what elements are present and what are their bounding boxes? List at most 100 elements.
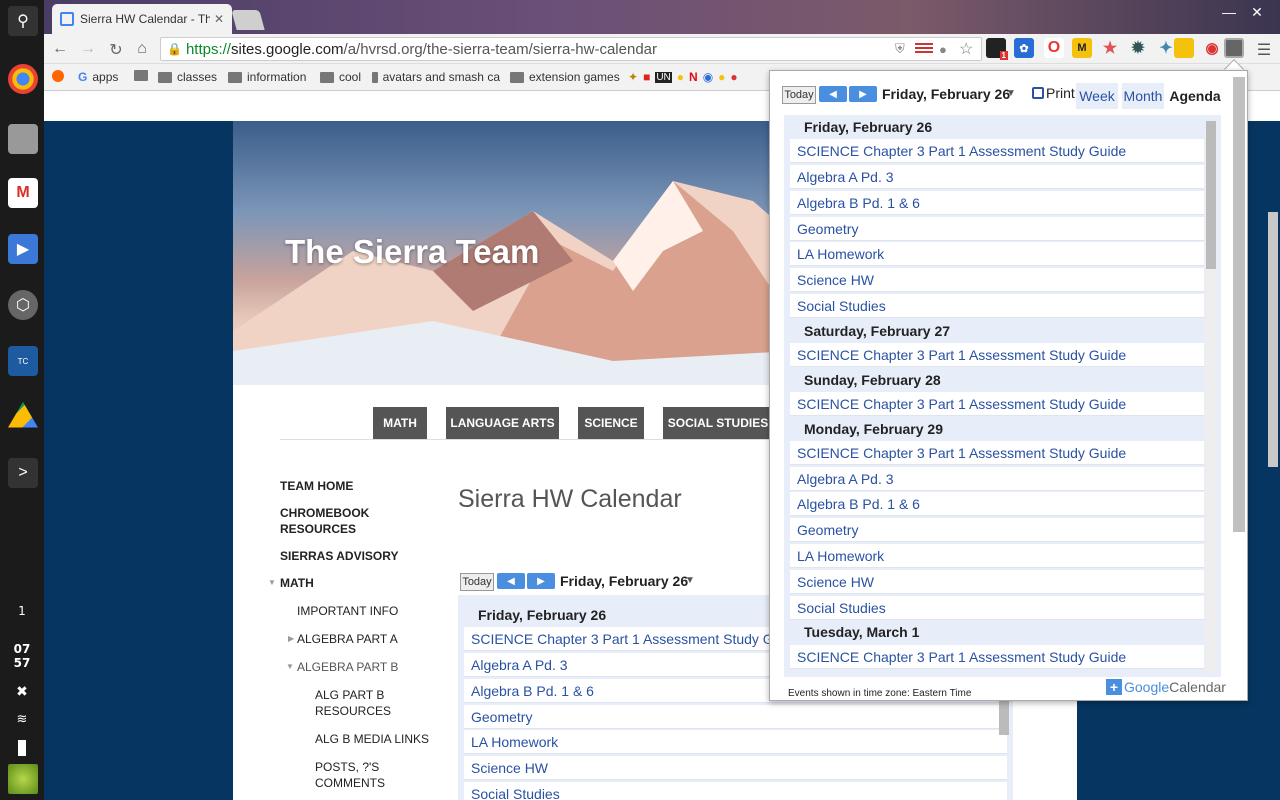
- bookmark-extension-games[interactable]: extension games: [510, 70, 620, 84]
- event-row[interactable]: SCIENCE Chapter 3 Part 1 Assessment Stud…: [790, 343, 1204, 367]
- embed-event-row[interactable]: Geometry: [464, 705, 1007, 729]
- event-row[interactable]: Algebra A Pd. 3: [790, 467, 1204, 491]
- popup-next-button[interactable]: ▶: [849, 86, 877, 102]
- event-row[interactable]: SCIENCE Chapter 3 Part 1 Assessment Stud…: [790, 441, 1204, 465]
- embed-today-button[interactable]: Today: [460, 573, 494, 591]
- bookmark-extension[interactable]: [52, 70, 64, 82]
- extension-duck-icon[interactable]: [1174, 38, 1194, 58]
- site-title[interactable]: The Sierra Team: [285, 233, 539, 271]
- event-row[interactable]: Geometry: [790, 518, 1204, 542]
- event-row[interactable]: SCIENCE Chapter 3 Part 1 Assessment Stud…: [790, 645, 1204, 669]
- extension-fox-icon[interactable]: ★: [1100, 38, 1120, 58]
- extension-badge-icon[interactable]: 1: [986, 38, 1008, 60]
- nav-tab-science[interactable]: SCIENCE: [578, 407, 644, 439]
- nav-tab-math[interactable]: MATH: [373, 407, 427, 439]
- close-window-icon[interactable]: ✕: [1246, 4, 1268, 21]
- popup-date-dropdown-icon[interactable]: ▼: [1006, 88, 1016, 99]
- minimize-icon[interactable]: —: [1218, 4, 1240, 20]
- home-icon[interactable]: ⌂: [132, 40, 152, 58]
- popup-date-label[interactable]: Friday, February 26: [882, 86, 1010, 102]
- popup-scrollbar[interactable]: [1233, 77, 1245, 532]
- collapse-arrow-icon[interactable]: ▼: [268, 575, 276, 591]
- bulb-icon[interactable]: ●: [939, 42, 947, 57]
- google-calendar-link[interactable]: + Google Calendar: [1106, 679, 1226, 695]
- user-avatar[interactable]: [8, 764, 38, 794]
- status-clock[interactable]: 07 57: [0, 642, 44, 670]
- typingclub-icon[interactable]: TC: [8, 346, 38, 376]
- sidebar-posts-comments[interactable]: POSTS, ?'S COMMENTS: [315, 759, 395, 791]
- geogebra-icon[interactable]: ⬡: [8, 290, 38, 320]
- windows-icon[interactable]: [8, 124, 38, 154]
- wifi-icon[interactable]: ≋: [0, 712, 44, 727]
- tab-agenda[interactable]: Agenda: [1168, 83, 1222, 109]
- new-tab-button[interactable]: [231, 10, 265, 30]
- bookmark-information[interactable]: information: [228, 70, 306, 84]
- embed-date-dropdown-icon[interactable]: ▼: [685, 575, 695, 586]
- embed-next-button[interactable]: ▶: [527, 573, 555, 589]
- popup-list-scrollbar[interactable]: [1205, 121, 1217, 673]
- embed-event-row[interactable]: LA Homework: [464, 730, 1007, 754]
- extension-star-icon[interactable]: ✦: [1156, 38, 1176, 58]
- event-row[interactable]: Algebra B Pd. 1 & 6: [790, 492, 1204, 516]
- event-row[interactable]: LA Homework: [790, 242, 1204, 266]
- popup-today-button[interactable]: Today: [782, 86, 816, 104]
- extension-smash-icon[interactable]: ◉: [1202, 38, 1222, 58]
- event-row[interactable]: Science HW: [790, 570, 1204, 594]
- forward-icon[interactable]: →: [78, 40, 98, 58]
- shield-icon[interactable]: ⛨: [895, 41, 905, 57]
- sidebar-alg-part-b-resources[interactable]: ALG PART B RESOURCES: [315, 687, 405, 719]
- bookmark-avatars[interactable]: avatars and smash ca: [372, 70, 500, 84]
- extension-gear-icon[interactable]: ✹: [1128, 38, 1148, 58]
- back-icon[interactable]: ←: [50, 40, 70, 58]
- scrollbar-thumb[interactable]: [1206, 121, 1216, 269]
- bookmark-folder[interactable]: [134, 70, 148, 81]
- event-row[interactable]: Geometry: [790, 217, 1204, 241]
- event-row[interactable]: Algebra A Pd. 3: [790, 165, 1204, 189]
- event-row[interactable]: LA Homework: [790, 544, 1204, 568]
- embed-event-row[interactable]: Social Studies: [464, 782, 1007, 800]
- embed-event-row[interactable]: Science HW: [464, 756, 1007, 780]
- bookmark-game-icons[interactable]: ✦ ■ UN ● N ◉ ● ●: [628, 70, 738, 84]
- sidebar-important-info[interactable]: IMPORTANT INFO: [297, 603, 398, 619]
- launcher-search-icon[interactable]: ⚲: [8, 6, 38, 36]
- flag-icon[interactable]: [915, 43, 933, 55]
- sidebar-team-home[interactable]: TEAM HOME: [280, 478, 353, 494]
- google-calendar-extension-icon[interactable]: [1224, 38, 1244, 58]
- bookmark-star-icon[interactable]: ☆: [959, 39, 973, 59]
- expand-shelf-button[interactable]: >: [8, 458, 38, 488]
- embed-date-label[interactable]: Friday, February 26: [560, 573, 688, 589]
- chrome-menu-icon[interactable]: ☰: [1254, 40, 1274, 60]
- opera-icon[interactable]: O: [1044, 38, 1064, 58]
- tab-active[interactable]: Sierra HW Calendar - The ✕: [52, 4, 232, 34]
- sidebar-chromebook-resources[interactable]: CHROMEBOOK RESOURCES: [280, 505, 380, 537]
- sidebar-alg-b-media-links[interactable]: ALG B MEDIA LINKS: [315, 731, 429, 747]
- bookmark-cool[interactable]: cool: [320, 70, 361, 84]
- embed-prev-button[interactable]: ◀: [497, 573, 525, 589]
- nav-tab-language-arts[interactable]: LANGUAGE ARTS: [446, 407, 559, 439]
- gmail-icon[interactable]: M: [8, 178, 38, 208]
- popup-prev-button[interactable]: ◀: [819, 86, 847, 102]
- popup-print-button[interactable]: Print: [1032, 85, 1075, 101]
- event-row[interactable]: Social Studies: [790, 294, 1204, 318]
- bookmark-classes[interactable]: classes: [158, 70, 217, 84]
- chrome-icon[interactable]: [8, 64, 38, 94]
- classroom-icon[interactable]: ▶: [8, 234, 38, 264]
- address-bar[interactable]: 🔒 https:// sites.google.com /a/hvrsd.org…: [160, 37, 982, 61]
- extension-pinwheel-icon[interactable]: ✿: [1014, 38, 1034, 58]
- event-row[interactable]: SCIENCE Chapter 3 Part 1 Assessment Stud…: [790, 139, 1204, 163]
- event-row[interactable]: SCIENCE Chapter 3 Part 1 Assessment Stud…: [790, 392, 1204, 416]
- extension-m-icon[interactable]: M: [1072, 38, 1092, 58]
- nav-tab-social-studies[interactable]: SOCIAL STUDIES: [663, 407, 773, 439]
- sidebar-algebra-part-a[interactable]: ALGEBRA PART A: [297, 631, 398, 647]
- bookmark-apps[interactable]: Gapps: [78, 70, 118, 84]
- battery-icon[interactable]: [0, 740, 44, 756]
- workspace-indicator[interactable]: 1: [0, 596, 44, 626]
- reload-icon[interactable]: ↻: [106, 40, 126, 60]
- event-row[interactable]: Science HW: [790, 268, 1204, 292]
- tab-close-icon[interactable]: ✕: [214, 12, 224, 26]
- page-scrollbar[interactable]: [1268, 212, 1278, 467]
- collapse-arrow-icon[interactable]: ▼: [286, 659, 294, 675]
- event-row[interactable]: Algebra B Pd. 1 & 6: [790, 191, 1204, 215]
- event-row[interactable]: Social Studies: [790, 596, 1204, 620]
- drive-icon[interactable]: [8, 402, 38, 428]
